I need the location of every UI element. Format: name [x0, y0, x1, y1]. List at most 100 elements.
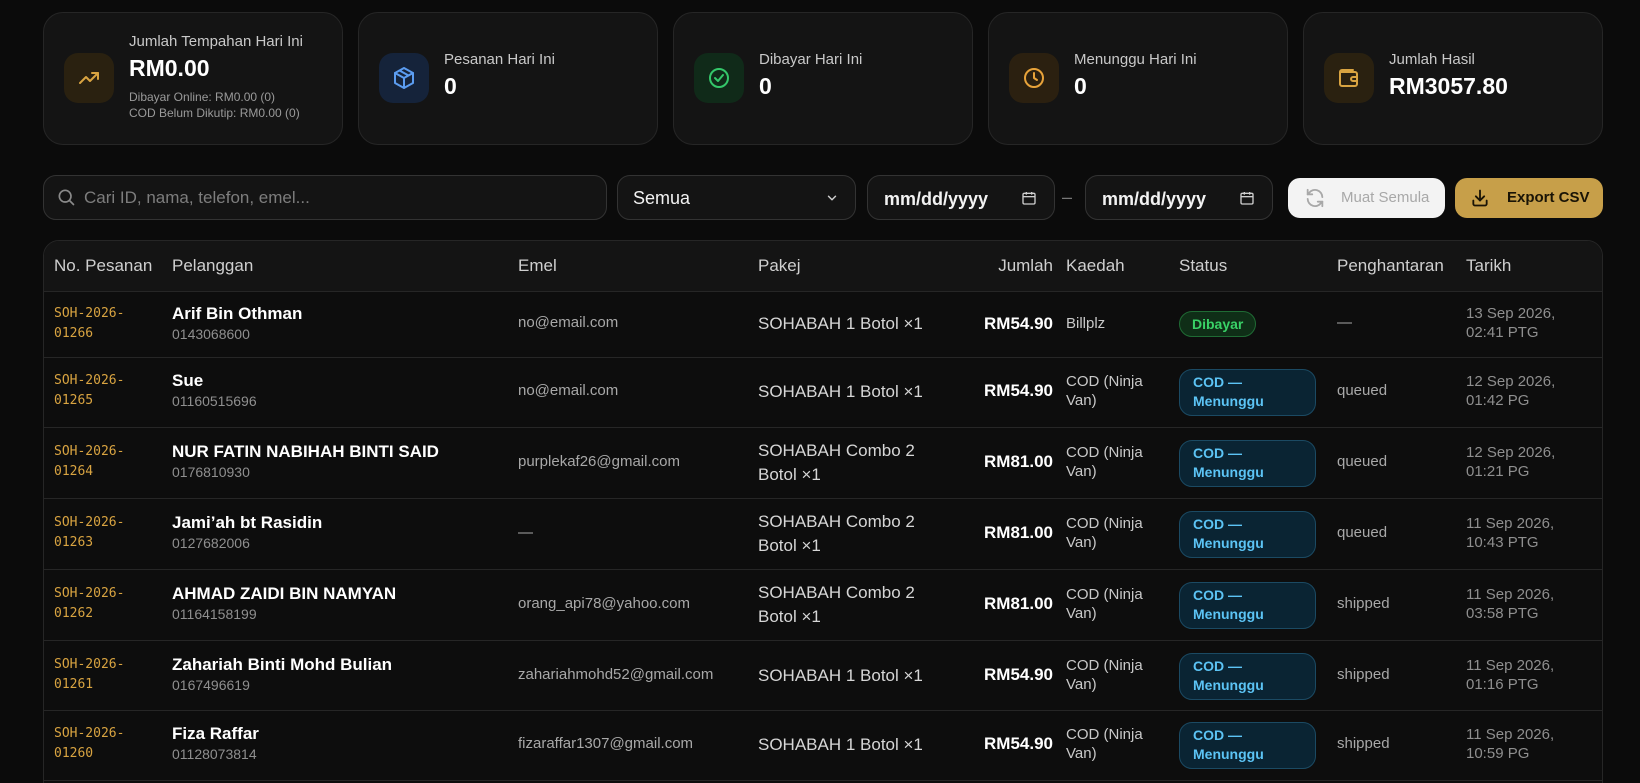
table-row[interactable]: SOH-2026-01265 Sue 01160515696 no@email.… [44, 358, 1602, 428]
column-header-status[interactable]: Status [1179, 256, 1227, 276]
package-name: SOHABAH 1 Botol ×1 [758, 382, 923, 401]
order-date: 11 Sep 2026, 01:16 PTG [1466, 657, 1555, 693]
package-name: SOHABAH Combo 2 Botol ×1 [758, 441, 915, 484]
customer-phone: 0167496619 [172, 677, 250, 693]
order-date: 11 Sep 2026, 10:59 PG [1466, 726, 1555, 762]
payment-method: COD (Ninja Van) [1066, 726, 1143, 762]
payment-method: COD (Ninja Van) [1066, 586, 1143, 622]
column-header-shipping[interactable]: Penghantaran [1337, 256, 1444, 276]
payment-method: COD (Ninja Van) [1066, 657, 1143, 693]
status-badge-cod: COD — Menunggu [1179, 653, 1316, 700]
column-header-customer[interactable]: Pelanggan [172, 256, 253, 276]
order-amount: RM81.00 [984, 523, 1053, 542]
download-icon [1470, 188, 1490, 211]
search-input[interactable] [84, 176, 594, 219]
stat-card-pending-today: Menunggu Hari Ini 0 [988, 12, 1288, 145]
status-badge-cod: COD — Menunggu [1179, 511, 1316, 558]
date-from-value: mm/dd/yyyy [884, 189, 989, 209]
order-date: 12 Sep 2026, 01:42 PG [1466, 373, 1556, 409]
table-row[interactable]: SOH-2026-01260 Fiza Raffar 01128073814 f… [44, 711, 1602, 781]
stat-card-total-orders: Jumlah Tempahan Hari Ini RM0.00 Dibayar … [43, 12, 343, 145]
status-filter-select[interactable]: Semua [617, 175, 856, 220]
order-id[interactable]: SOH-2026-01261 [54, 655, 154, 695]
order-date: 11 Sep 2026, 03:58 PTG [1466, 586, 1555, 622]
order-amount: RM81.00 [984, 594, 1053, 613]
package-name: SOHABAH Combo 2 Botol ×1 [758, 512, 915, 555]
trending-up-icon [64, 53, 114, 103]
column-header-email[interactable]: Emel [518, 256, 557, 276]
table-row[interactable]: SOH-2026-01264 NUR FATIN NABIHAH BINTI S… [44, 428, 1602, 499]
payment-method: COD (Ninja Van) [1066, 373, 1143, 409]
stat-label: Jumlah Tempahan Hari Ini [129, 33, 303, 50]
order-amount: RM54.90 [984, 314, 1053, 333]
customer-name: Jami’ah bt Rasidin [172, 513, 323, 532]
column-header-date[interactable]: Tarikh [1466, 256, 1511, 276]
export-label: Export CSV [1507, 189, 1590, 206]
order-id[interactable]: SOH-2026-01262 [54, 584, 154, 624]
calendar-icon[interactable] [1239, 190, 1255, 211]
stats-row: Jumlah Tempahan Hari Ini RM0.00 Dibayar … [43, 12, 1603, 145]
reload-button[interactable]: Muat Semula [1288, 178, 1445, 218]
date-to-input[interactable]: mm/dd/yyyy [1085, 175, 1273, 220]
order-amount: RM54.90 [984, 734, 1053, 753]
customer-phone: 01164158199 [172, 606, 257, 622]
stat-label: Dibayar Hari Ini [759, 51, 863, 68]
search-box[interactable] [43, 175, 607, 220]
customer-name: AHMAD ZAIDI BIN NAMYAN [172, 584, 397, 603]
stat-sub-cod: COD Belum Dikutip: RM0.00 (0) [129, 106, 300, 120]
table-header: No. Pesanan Pelanggan Emel Pakej Jumlah … [44, 241, 1602, 292]
table-row[interactable]: SOH-2026-01263 Jami’ah bt Rasidin 012768… [44, 499, 1602, 570]
stat-sub-online: Dibayar Online: RM0.00 (0) [129, 90, 276, 104]
package-icon [379, 53, 429, 103]
stat-value: 0 [759, 73, 772, 99]
order-date: 11 Sep 2026, 10:43 PTG [1466, 515, 1555, 551]
column-header-order-no[interactable]: No. Pesanan [54, 256, 152, 276]
column-header-method[interactable]: Kaedah [1066, 256, 1125, 276]
stat-value: 0 [444, 73, 457, 99]
order-id[interactable]: SOH-2026-01266 [54, 304, 154, 344]
order-id[interactable]: SOH-2026-01265 [54, 371, 154, 411]
orders-table: No. Pesanan Pelanggan Emel Pakej Jumlah … [43, 240, 1603, 783]
package-name: SOHABAH 1 Botol ×1 [758, 666, 923, 685]
order-date: 12 Sep 2026, 01:21 PG [1466, 444, 1556, 480]
shipping-status: — [1337, 314, 1352, 331]
stat-value: 0 [1074, 73, 1087, 99]
status-filter-value: Semua [633, 188, 691, 208]
customer-name: NUR FATIN NABIHAH BINTI SAID [172, 442, 439, 461]
customer-name: Zahariah Binti Mohd Bulian [172, 655, 393, 674]
column-header-amount[interactable]: Jumlah [998, 256, 1053, 276]
customer-name: Fiza Raffar [172, 724, 259, 743]
table-row[interactable]: SOH-2026-01261 Zahariah Binti Mohd Bulia… [44, 641, 1602, 711]
payment-method: Billplz [1066, 315, 1106, 332]
customer-name: Arif Bin Othman [172, 304, 303, 323]
payment-method: COD (Ninja Van) [1066, 444, 1143, 480]
payment-method: COD (Ninja Van) [1066, 515, 1143, 551]
status-badge-paid: Dibayar [1179, 311, 1257, 337]
package-name: SOHABAH Combo 2 Botol ×1 [758, 583, 915, 626]
calendar-icon[interactable] [1021, 190, 1037, 211]
shipping-status: queued [1337, 524, 1388, 541]
shipping-status: queued [1337, 453, 1388, 470]
customer-name: Sue [172, 371, 204, 390]
customer-email: zahariahmohd52@gmail.com [518, 666, 714, 683]
order-id[interactable]: SOH-2026-01263 [54, 513, 154, 553]
customer-email: no@email.com [518, 314, 619, 331]
status-badge-cod: COD — Menunggu [1179, 440, 1316, 487]
status-badge-cod: COD — Menunggu [1179, 582, 1316, 629]
shipping-status: queued [1337, 382, 1388, 399]
shipping-status: shipped [1337, 666, 1390, 683]
customer-email: — [518, 524, 533, 541]
table-row[interactable]: SOH-2026-01266 Arif Bin Othman 014306860… [44, 292, 1602, 358]
stat-label: Pesanan Hari Ini [444, 51, 555, 68]
column-header-package[interactable]: Pakej [758, 256, 801, 276]
order-id[interactable]: SOH-2026-01260 [54, 724, 154, 764]
table-row[interactable]: SOH-2026-01262 AHMAD ZAIDI BIN NAMYAN 01… [44, 570, 1602, 641]
refresh-icon [1304, 187, 1326, 212]
shipping-status: shipped [1337, 595, 1390, 612]
chevron-down-icon [825, 191, 839, 210]
order-id[interactable]: SOH-2026-01264 [54, 442, 154, 482]
date-from-input[interactable]: mm/dd/yyyy [867, 175, 1055, 220]
export-csv-button[interactable]: Export CSV [1455, 178, 1603, 218]
customer-phone: 01160515696 [172, 393, 257, 409]
package-name: SOHABAH 1 Botol ×1 [758, 314, 923, 333]
